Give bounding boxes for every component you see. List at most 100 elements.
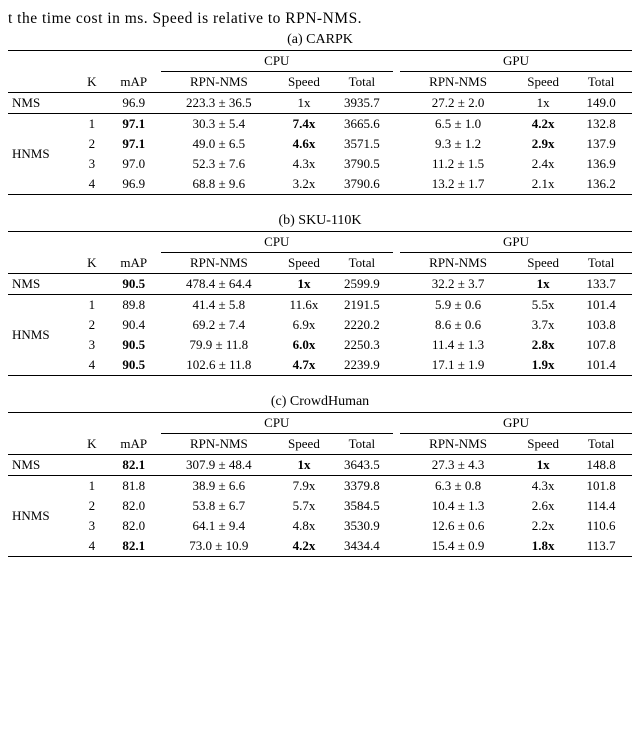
cell-gpu-speed: 1x (516, 455, 570, 476)
cell-cpu-speed: 6.9x (277, 315, 331, 335)
cell-cpu-rpn: 52.3 ± 7.6 (161, 154, 277, 174)
gap (393, 434, 400, 455)
cell-cpu-total: 3571.5 (331, 134, 393, 154)
col-cpu-rpn: RPN-NMS (161, 434, 277, 455)
gap (393, 455, 400, 476)
cell-cpu-speed: 4.3x (277, 154, 331, 174)
col-k: K (77, 253, 107, 274)
gap (393, 114, 400, 135)
cell-gpu-speed: 2.6x (516, 496, 570, 516)
cell-map: 90.4 (107, 315, 161, 335)
cell-gpu-rpn: 17.1 ± 1.9 (400, 355, 516, 376)
gpu-group-header: GPU (400, 51, 632, 72)
cell-gpu-speed: 1.8x (516, 536, 570, 557)
gap (393, 536, 400, 557)
cell-gpu-rpn: 27.2 ± 2.0 (400, 93, 516, 114)
cell-map: 82.1 (107, 536, 161, 557)
col-gpu-total: Total (570, 253, 632, 274)
col-cpu-total: Total (331, 72, 393, 93)
cell-gpu-rpn: 12.6 ± 0.6 (400, 516, 516, 536)
col-gpu-speed: Speed (516, 434, 570, 455)
cell-k (77, 274, 107, 295)
col-k: K (77, 434, 107, 455)
nms-label: NMS (8, 93, 77, 114)
cell-gpu-total: 149.0 (570, 93, 632, 114)
cell-cpu-total: 3584.5 (331, 496, 393, 516)
cell-k: 3 (77, 516, 107, 536)
col-cpu-speed: Speed (277, 72, 331, 93)
col-k: K (77, 72, 107, 93)
cell-gpu-speed: 2.4x (516, 154, 570, 174)
cell-cpu-total: 3790.5 (331, 154, 393, 174)
gap (393, 134, 400, 154)
cell-gpu-total: 148.8 (570, 455, 632, 476)
gap (393, 51, 400, 72)
subtable-title: (a) CARPK (8, 32, 632, 48)
cell-gpu-speed: 2.2x (516, 516, 570, 536)
gap (393, 232, 400, 253)
cell-k (77, 455, 107, 476)
cell-gpu-speed: 4.2x (516, 114, 570, 135)
cpu-group-header: CPU (161, 413, 393, 434)
cell-cpu-speed: 1x (277, 93, 331, 114)
cell-k (77, 93, 107, 114)
subtable-title: (c) CrowdHuman (8, 394, 632, 410)
cell-gpu-rpn: 32.2 ± 3.7 (400, 274, 516, 295)
cell-gpu-speed: 1x (516, 93, 570, 114)
cell-cpu-speed: 4.8x (277, 516, 331, 536)
cell-gpu-speed: 3.7x (516, 315, 570, 335)
gpu-group-header: GPU (400, 232, 632, 253)
cell-cpu-total: 3643.5 (331, 455, 393, 476)
gap (393, 274, 400, 295)
col-cpu-speed: Speed (277, 253, 331, 274)
col-cpu-rpn: RPN-NMS (161, 72, 277, 93)
results-table: CPU GPU K mAP RPN-NMS Speed Total RPN-NM… (8, 412, 632, 557)
cell-cpu-speed: 1x (277, 455, 331, 476)
cell-gpu-speed: 5.5x (516, 295, 570, 316)
gap (393, 253, 400, 274)
cell-cpu-speed: 6.0x (277, 335, 331, 355)
cell-gpu-rpn: 9.3 ± 1.2 (400, 134, 516, 154)
cell-cpu-rpn: 478.4 ± 64.4 (161, 274, 277, 295)
cell-gpu-total: 132.8 (570, 114, 632, 135)
cell-map: 82.0 (107, 516, 161, 536)
cell-cpu-rpn: 69.2 ± 7.4 (161, 315, 277, 335)
col-map: mAP (107, 434, 161, 455)
gap (393, 413, 400, 434)
tables-container: (a) CARPK CPU GPU K mAP RPN-NMS Speed To… (8, 32, 632, 557)
cell-gpu-rpn: 10.4 ± 1.3 (400, 496, 516, 516)
gap (393, 72, 400, 93)
cell-k: 2 (77, 496, 107, 516)
col-map: mAP (107, 253, 161, 274)
hnms-label: HNMS (8, 114, 77, 195)
cell-cpu-total: 2599.9 (331, 274, 393, 295)
cell-map: 90.5 (107, 274, 161, 295)
cell-gpu-speed: 2.9x (516, 134, 570, 154)
cell-map: 97.1 (107, 134, 161, 154)
cell-cpu-speed: 4.6x (277, 134, 331, 154)
cell-cpu-rpn: 68.8 ± 9.6 (161, 174, 277, 195)
cell-cpu-total: 3790.6 (331, 174, 393, 195)
cell-gpu-total: 136.2 (570, 174, 632, 195)
cell-map: 82.1 (107, 455, 161, 476)
cell-k: 1 (77, 114, 107, 135)
cell-gpu-speed: 1x (516, 274, 570, 295)
cell-gpu-total: 114.4 (570, 496, 632, 516)
cell-map: 89.8 (107, 295, 161, 316)
cell-gpu-speed: 2.8x (516, 335, 570, 355)
cell-cpu-speed: 7.9x (277, 476, 331, 497)
cell-cpu-rpn: 53.8 ± 6.7 (161, 496, 277, 516)
gpu-group-header: GPU (400, 413, 632, 434)
gap (393, 93, 400, 114)
blank (8, 434, 77, 455)
cell-map: 96.9 (107, 174, 161, 195)
cell-k: 1 (77, 476, 107, 497)
cpu-group-header: CPU (161, 51, 393, 72)
cell-gpu-total: 136.9 (570, 154, 632, 174)
cell-map: 81.8 (107, 476, 161, 497)
cell-cpu-rpn: 223.3 ± 36.5 (161, 93, 277, 114)
cell-cpu-rpn: 102.6 ± 11.8 (161, 355, 277, 376)
col-cpu-speed: Speed (277, 434, 331, 455)
col-cpu-total: Total (331, 253, 393, 274)
cell-gpu-rpn: 5.9 ± 0.6 (400, 295, 516, 316)
